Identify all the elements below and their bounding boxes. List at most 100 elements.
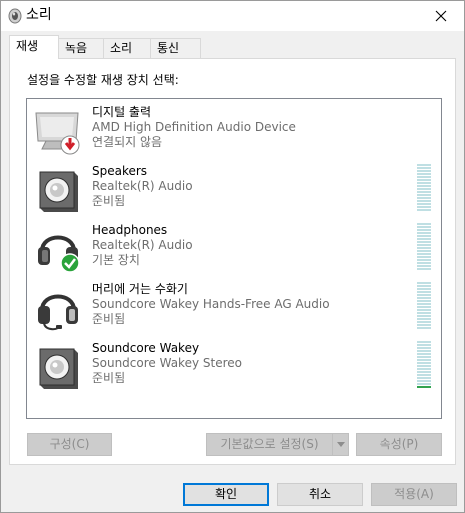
device-driver: Soundcore Wakey Stereo	[92, 356, 242, 370]
meter-segment	[417, 362, 431, 364]
meter-segment	[417, 315, 431, 317]
meter-segment	[417, 253, 431, 255]
meter-segment	[417, 179, 431, 181]
device-name: Soundcore Wakey	[92, 341, 200, 355]
disconnected-badge-icon	[60, 135, 80, 155]
chevron-down-icon	[336, 442, 345, 447]
device-status: 준비됨	[92, 194, 126, 208]
meter-segment	[417, 262, 431, 264]
meter-segment	[417, 368, 431, 370]
meter-segment	[417, 383, 431, 385]
headphones-icon	[38, 235, 80, 273]
meter-segment	[417, 268, 431, 270]
device-driver: Realtek(R) Audio	[92, 238, 193, 252]
meter-segment	[417, 324, 431, 326]
meter-segment	[417, 291, 431, 293]
device-status: 준비됨	[92, 312, 126, 326]
meter-segment	[417, 321, 431, 323]
title-bar[interactable]: 소리	[1, 1, 464, 31]
meter-segment	[417, 188, 431, 190]
speaker-app-icon	[8, 8, 22, 24]
monitor-icon	[35, 112, 80, 155]
meter-segment	[417, 194, 431, 196]
meter-segment	[417, 341, 431, 343]
tab-communications[interactable]: 통신	[150, 38, 201, 58]
meter-segment	[417, 238, 431, 240]
set-default-dropdown[interactable]	[332, 434, 348, 455]
list-item-soundcore-wakey[interactable]: Soundcore Wakey Soundcore Wakey Stereo 준…	[27, 339, 441, 399]
cancel-button[interactable]: 취소	[277, 483, 363, 506]
meter-segment	[417, 247, 431, 249]
volume-meter	[417, 341, 431, 388]
tab-recording[interactable]: 녹음	[58, 38, 104, 58]
properties-button[interactable]: 속성(P)	[356, 433, 442, 456]
tab-playback[interactable]: 재생	[9, 35, 59, 59]
default-check-badge-icon	[60, 253, 80, 273]
meter-segment	[417, 173, 431, 175]
device-driver: Realtek(R) Audio	[92, 179, 193, 193]
tab-sounds[interactable]: 소리	[103, 38, 151, 58]
configure-button[interactable]: 구성(C)	[27, 433, 112, 456]
volume-meter	[417, 223, 431, 270]
meter-segment	[417, 235, 431, 237]
device-name: 디지털 출력	[92, 105, 152, 119]
meter-segment	[417, 203, 431, 205]
device-status: 연결되지 않음	[92, 135, 163, 149]
meter-segment	[417, 303, 431, 305]
set-default-label: 기본값으로 설정(S)	[220, 437, 319, 451]
meter-segment	[417, 285, 431, 287]
meter-segment	[417, 297, 431, 299]
playback-device-list[interactable]: 디지털 출력 AMD High Definition Audio Device …	[26, 98, 442, 419]
meter-segment	[417, 374, 431, 376]
meter-segment	[417, 241, 431, 243]
meter-segment	[417, 206, 431, 208]
device-driver: Soundcore Wakey Hands-Free AG Audio	[92, 297, 330, 311]
device-name: Speakers	[92, 164, 148, 178]
apply-button[interactable]: 적용(A)	[371, 483, 457, 506]
meter-segment	[417, 294, 431, 296]
meter-segment	[417, 359, 431, 361]
playback-panel: 설정을 수정할 재생 장치 선택: 디지털 출력 AMD High Defini…	[9, 58, 456, 465]
meter-segment	[417, 282, 431, 284]
list-item-speakers[interactable]: Speakers Realtek(R) Audio 준비됨	[27, 162, 441, 222]
list-item-digital-output[interactable]: 디지털 출력 AMD High Definition Audio Device …	[27, 103, 441, 163]
device-status: 준비됨	[92, 371, 126, 385]
volume-meter	[417, 282, 431, 329]
meter-segment	[417, 306, 431, 308]
meter-segment	[417, 309, 431, 311]
set-default-button[interactable]: 기본값으로 설정(S)	[206, 433, 349, 456]
device-name: Headphones	[92, 223, 168, 237]
meter-segment	[417, 200, 431, 202]
meter-segment	[417, 300, 431, 302]
meter-segment	[417, 164, 431, 166]
device-name: 머리에 거는 수화기	[92, 282, 188, 296]
speaker-icon	[39, 348, 78, 389]
meter-segment	[417, 347, 431, 349]
close-button[interactable]	[418, 1, 464, 31]
instruction-label: 설정을 수정할 재생 장치 선택:	[27, 73, 179, 87]
meter-segment	[417, 356, 431, 358]
meter-segment	[417, 209, 431, 211]
list-item-headset[interactable]: 머리에 거는 수화기 Soundcore Wakey Hands-Free AG…	[27, 280, 441, 340]
meter-segment	[417, 386, 431, 388]
ok-button[interactable]: 확인	[183, 483, 269, 506]
meter-segment	[417, 353, 431, 355]
meter-segment	[417, 170, 431, 172]
sound-dialog: 소리 재생 녹음 소리 통신 설정을 수정할 재생 장치 선택: 디지털 출력 …	[0, 0, 465, 513]
meter-segment	[417, 167, 431, 169]
meter-segment	[417, 380, 431, 382]
window-title: 소리	[26, 7, 52, 23]
meter-segment	[417, 288, 431, 290]
meter-segment	[417, 226, 431, 228]
meter-segment	[417, 256, 431, 258]
meter-segment	[417, 318, 431, 320]
list-item-headphones[interactable]: Headphones Realtek(R) Audio 기본 장치	[27, 221, 441, 281]
volume-meter	[417, 164, 431, 211]
meter-segment	[417, 312, 431, 314]
meter-segment	[417, 365, 431, 367]
meter-segment	[417, 182, 431, 184]
meter-segment	[417, 350, 431, 352]
meter-segment	[417, 371, 431, 373]
device-driver: AMD High Definition Audio Device	[92, 120, 296, 134]
meter-segment	[417, 191, 431, 193]
